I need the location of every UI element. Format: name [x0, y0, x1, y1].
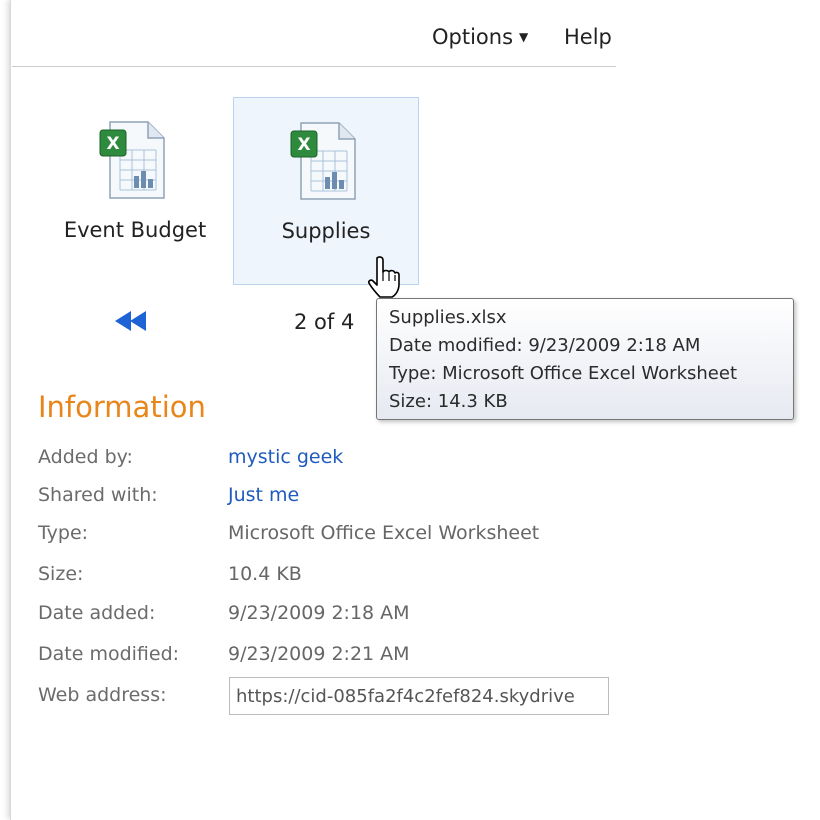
svg-text:X: X	[297, 135, 310, 155]
excel-file-icon: X	[99, 121, 165, 199]
file-name: Event Budget	[63, 218, 207, 242]
info-key: Type:	[38, 522, 89, 544]
info-key: Shared with:	[38, 484, 158, 506]
svg-text:X: X	[106, 134, 119, 154]
options-label: Options	[432, 25, 514, 49]
tooltip-type: Type: Microsoft Office Excel Worksheet	[389, 363, 738, 384]
info-key: Added by:	[38, 446, 133, 468]
info-value: 9/23/2009 2:18 AM	[228, 602, 410, 624]
options-menu-button[interactable]: Options ▼	[432, 25, 528, 49]
page-indicator: 2 of 4	[294, 310, 355, 334]
file-tooltip: Supplies.xlsx Date modified: 9/23/2009 2…	[376, 298, 794, 420]
web-address-field[interactable]	[229, 677, 609, 715]
top-toolbar: Options ▼ Help	[12, 0, 616, 67]
help-link[interactable]: Help	[564, 25, 612, 49]
added-by-link[interactable]: mystic geek	[228, 446, 343, 468]
information-heading: Information	[38, 390, 206, 424]
info-key: Web address:	[38, 684, 167, 706]
shared-with-link[interactable]: Just me	[228, 484, 299, 506]
info-value: 10.4 KB	[228, 563, 302, 585]
tooltip-filename: Supplies.xlsx	[389, 307, 507, 328]
previous-double-arrow-icon[interactable]	[113, 308, 159, 334]
file-tile-event-budget[interactable]: X Event Budget	[42, 97, 228, 285]
info-key: Size:	[38, 563, 84, 585]
tooltip-date-modified: Date modified: 9/23/2009 2:18 AM	[389, 335, 701, 356]
info-value: Microsoft Office Excel Worksheet	[228, 522, 540, 544]
hand-pointer-cursor-icon	[368, 256, 400, 298]
caret-down-icon: ▼	[519, 30, 529, 44]
file-name: Supplies	[281, 219, 371, 243]
tooltip-size: Size: 14.3 KB	[389, 391, 508, 412]
info-key: Date modified:	[38, 643, 180, 665]
excel-file-icon: X	[290, 122, 356, 200]
info-key: Date added:	[38, 602, 156, 624]
info-value: 9/23/2009 2:21 AM	[228, 643, 410, 665]
